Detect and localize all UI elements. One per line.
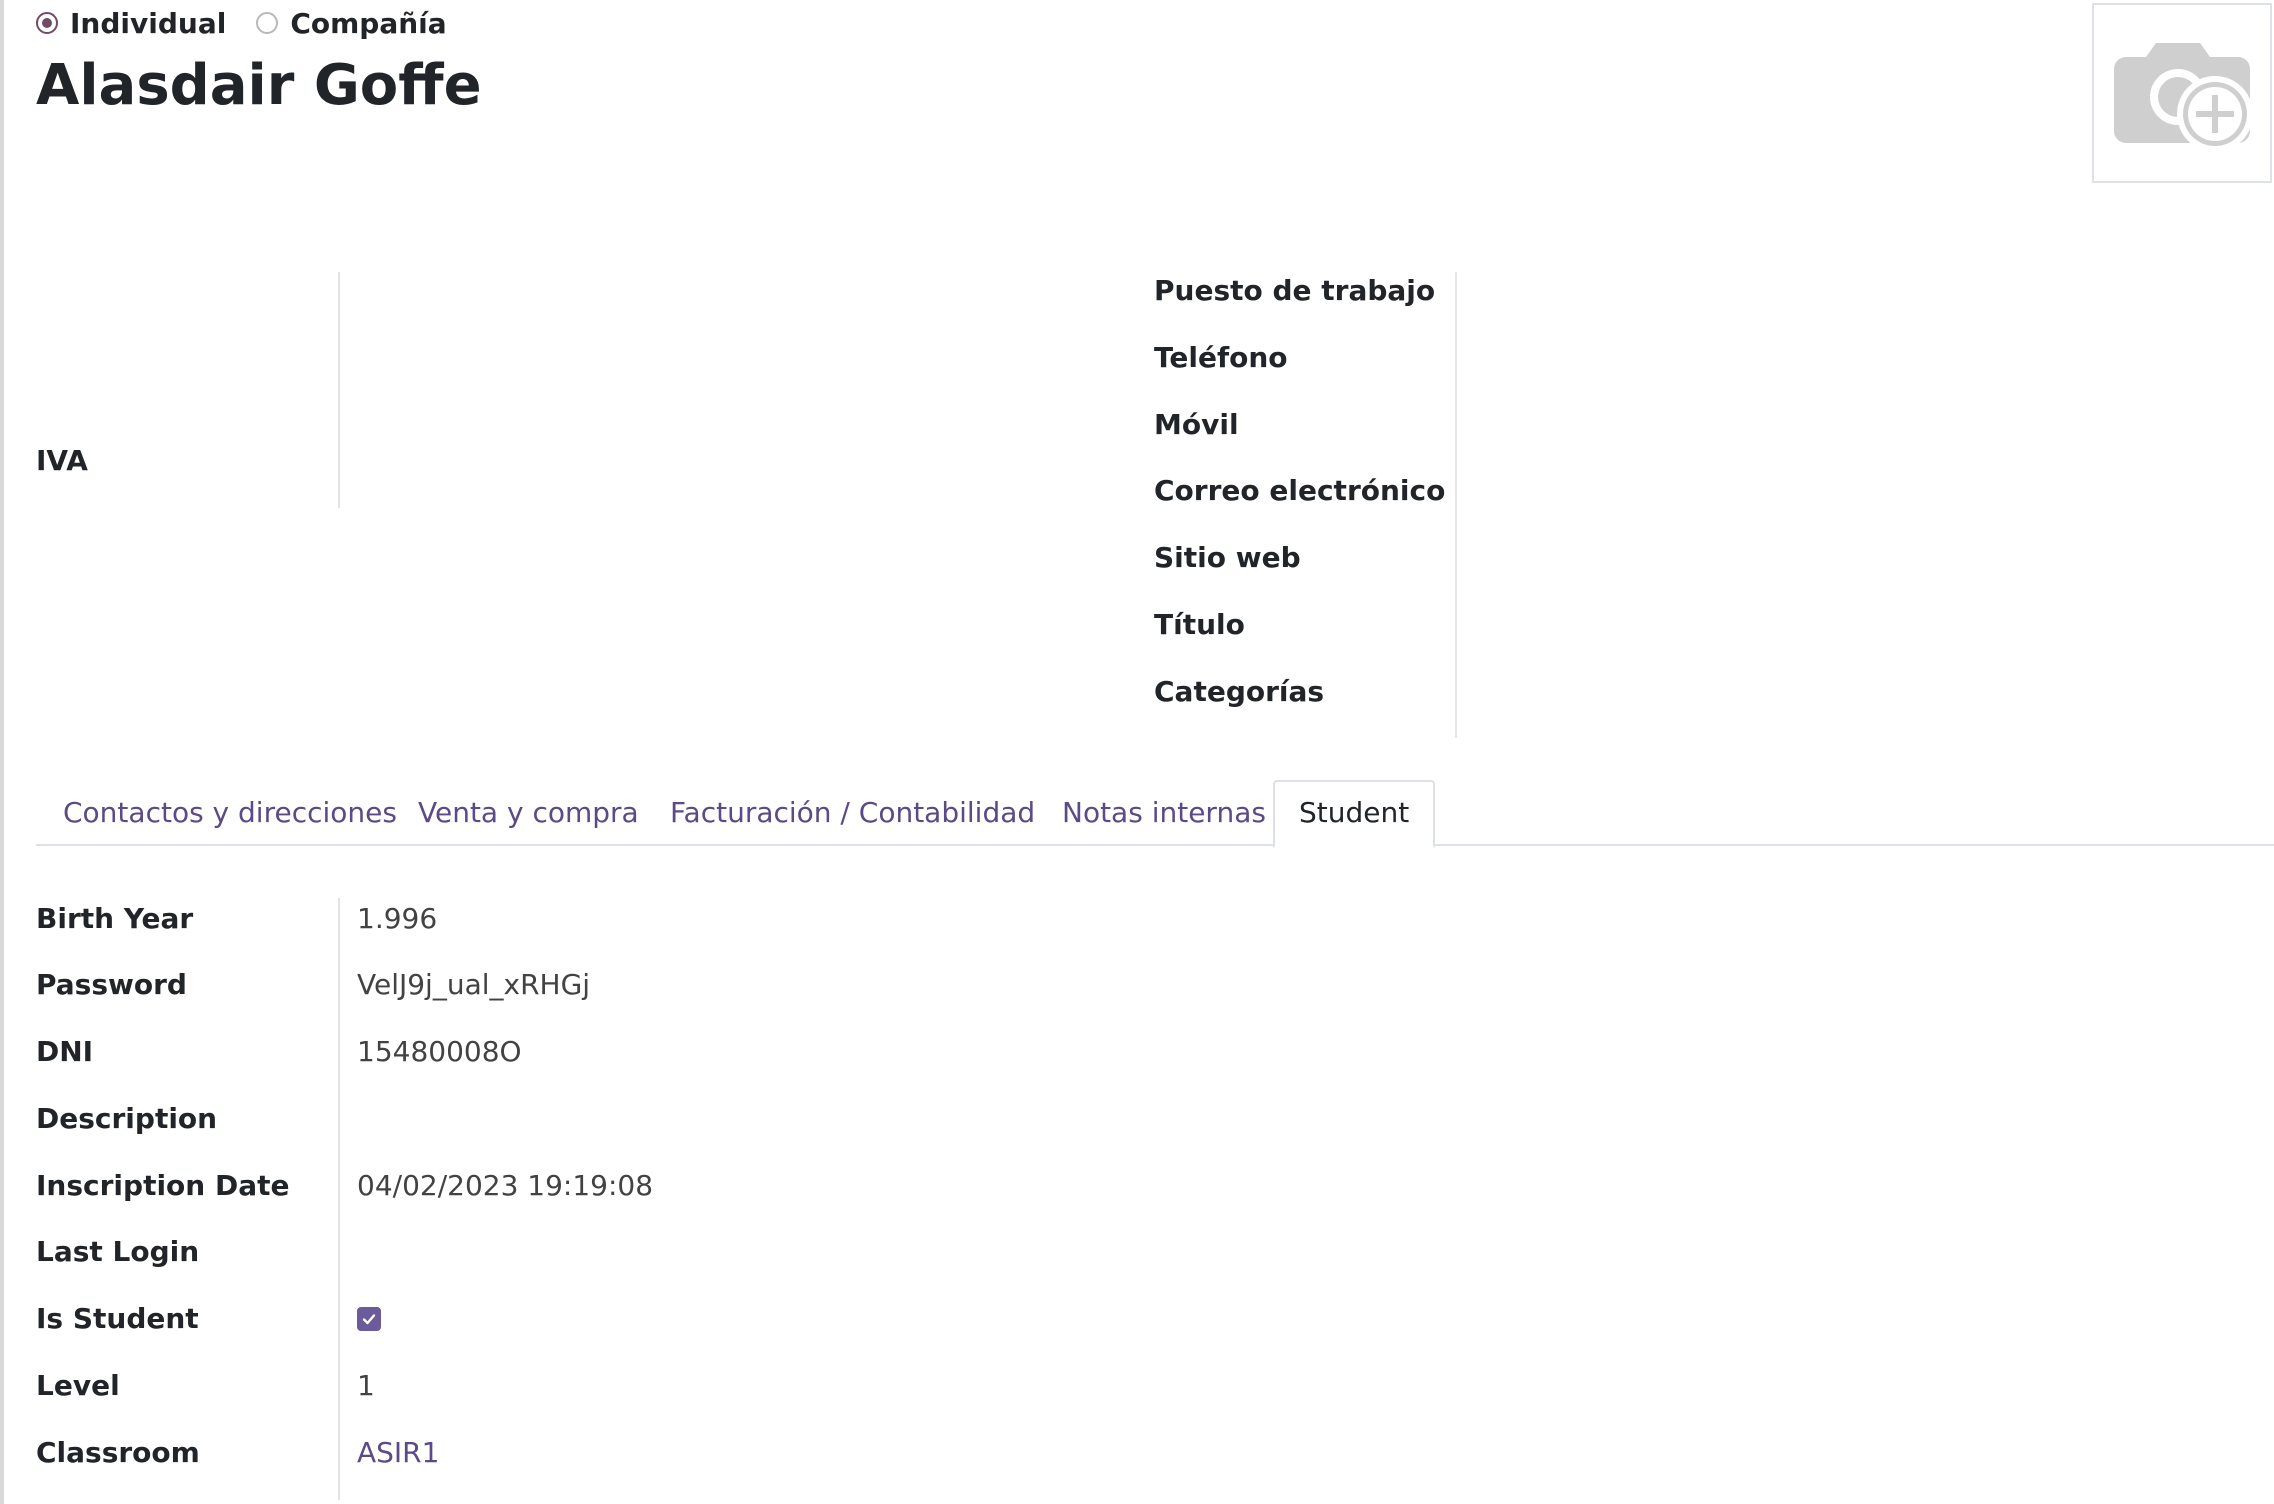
radio-individual-label: Individual — [70, 6, 227, 40]
radio-individual-dot[interactable] — [36, 12, 58, 34]
classroom-link[interactable]: ASIR1 — [357, 1436, 439, 1469]
website-label: Sitio web — [1154, 541, 1301, 574]
email-label: Correo electrónico — [1154, 474, 1446, 507]
last-login-label: Last Login — [36, 1235, 200, 1268]
classroom-label: Classroom — [36, 1436, 200, 1469]
avatar-upload[interactable] — [2092, 3, 2272, 183]
left-border — [0, 0, 4, 1504]
title-label: Título — [1154, 608, 1245, 641]
radio-company[interactable]: Compañía — [256, 6, 447, 40]
dni-label: DNI — [36, 1035, 94, 1068]
tab-invoicing[interactable]: Facturación / Contabilidad — [670, 780, 1035, 846]
left-group-divider — [338, 272, 340, 508]
radio-company-dot[interactable] — [256, 12, 279, 34]
level-value[interactable]: 1 — [357, 1369, 375, 1402]
inscription-date-value[interactable]: 04/02/2023 19:19:08 — [357, 1169, 653, 1202]
check-icon — [362, 1314, 376, 1325]
password-value[interactable]: VelJ9j_ual_xRHGj — [357, 968, 590, 1001]
notebook-tabs: Contactos y direcciones Venta y compra F… — [36, 780, 2274, 848]
company-type-radio-group: Individual Compañía — [36, 4, 477, 42]
level-label: Level — [36, 1369, 120, 1402]
is-student-label: Is Student — [36, 1302, 199, 1335]
mobile-label: Móvil — [1154, 408, 1239, 441]
contact-name[interactable]: Alasdair Goffe — [36, 46, 482, 126]
tags-label: Categorías — [1154, 675, 1325, 708]
student-group-divider — [338, 898, 340, 1500]
job-position-label: Puesto de trabajo — [1154, 274, 1436, 307]
password-label: Password — [36, 968, 187, 1001]
phone-label: Teléfono — [1154, 341, 1288, 374]
vat-label: IVA — [36, 444, 88, 477]
tab-student[interactable]: Student — [1273, 780, 1436, 848]
radio-individual[interactable]: Individual — [36, 7, 226, 40]
tab-sales-purchase[interactable]: Venta y compra — [418, 780, 639, 846]
contact-form: Individual Compañía Alasdair Goffe IVA P… — [0, 0, 2274, 1504]
birth-year-label: Birth Year — [36, 902, 194, 935]
right-group-divider — [1455, 272, 1457, 738]
tab-contacts-addresses[interactable]: Contactos y direcciones — [63, 780, 397, 846]
is-student-checkbox[interactable] — [357, 1307, 381, 1331]
inscription-date-label: Inscription Date — [36, 1169, 290, 1202]
dni-value[interactable]: 15480008O — [357, 1035, 522, 1068]
camera-plus-icon — [2114, 43, 2252, 152]
radio-company-label: Compañía — [290, 6, 447, 40]
description-label: Description — [36, 1102, 218, 1135]
tab-internal-notes[interactable]: Notas internas — [1062, 780, 1266, 846]
birth-year-value[interactable]: 1.996 — [357, 902, 437, 935]
